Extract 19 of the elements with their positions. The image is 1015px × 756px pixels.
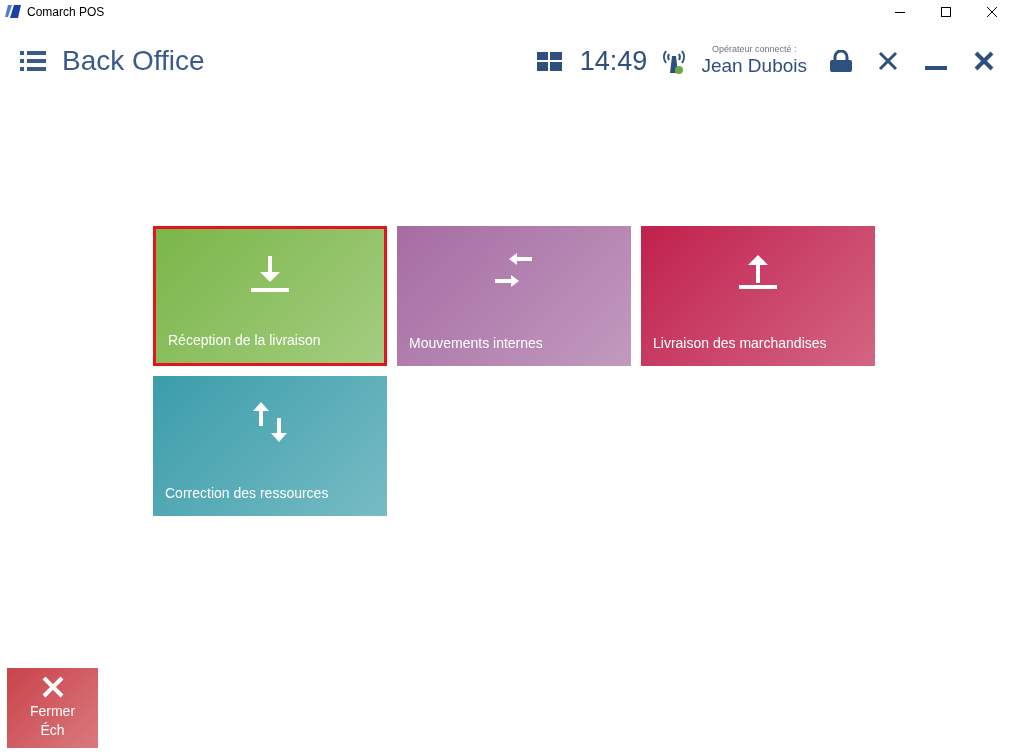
maximize-icon [941,7,951,17]
tiles-view-button[interactable] [536,51,562,71]
close-icon [987,7,997,17]
close-icon [41,676,64,698]
clock-time: 14:49 [579,44,648,78]
page-title: Back Office [62,44,205,78]
menu-tile[interactable]: Livraison des marchandises [641,226,875,366]
window-title: Comarch POS [27,4,105,21]
menu-button[interactable] [20,51,46,71]
menu-tile[interactable]: Réception de la livraison [153,226,387,366]
app-logo-icon [5,5,21,19]
lock-button[interactable] [829,50,853,72]
close-exchange-button[interactable]: Fermer Éch [7,668,98,748]
operator-label: Opérateur connecté : [711,44,797,54]
operator-name: Jean Dubois [701,54,807,78]
settings-button[interactable] [877,50,899,72]
close-button[interactable] [973,50,995,72]
menu-tile[interactable]: Correction des ressources [153,376,387,516]
menu-tile[interactable]: Mouvements internes [397,226,631,366]
